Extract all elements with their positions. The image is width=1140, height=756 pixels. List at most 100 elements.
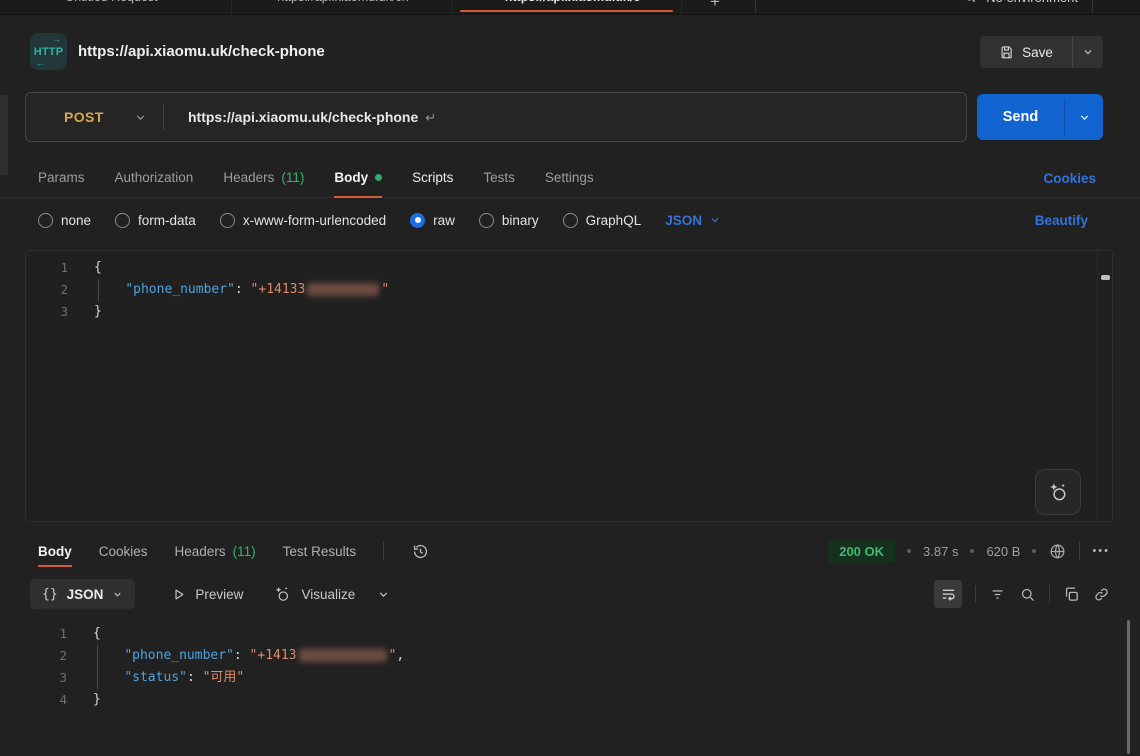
code-content: {: [67, 623, 101, 645]
code-line: 4}: [25, 689, 1115, 711]
code-content: }: [67, 689, 101, 711]
divider: [1092, 1, 1093, 13]
workspace-tab[interactable]: POSThttps://api.xiaomu.uk/c: [452, 0, 682, 14]
chevron-down-icon: [709, 214, 721, 226]
divider: [755, 1, 756, 13]
save-options-button[interactable]: [1073, 36, 1103, 68]
response-tab-cookies[interactable]: Cookies: [99, 532, 148, 570]
viewer-options-button[interactable]: [377, 588, 390, 601]
tab-body[interactable]: Body: [334, 158, 382, 197]
url-input[interactable]: https://api.xiaomu.uk/check-phone↵: [188, 109, 436, 126]
scrollbar-track[interactable]: [1097, 251, 1112, 521]
send-button[interactable]: Send: [977, 94, 1103, 140]
tab-label: Body: [38, 544, 72, 559]
body-mode-options: none form-data x-www-form-urlencoded raw bin…: [38, 202, 721, 238]
modified-dot-icon: [375, 174, 382, 181]
radio-icon: [479, 213, 494, 228]
url-value: https://api.xiaomu.uk/check-phone: [188, 109, 418, 125]
preview-button[interactable]: Preview: [171, 587, 243, 602]
copy-icon[interactable]: [1063, 586, 1080, 603]
network-info-icon[interactable]: [1048, 542, 1067, 561]
response-time[interactable]: 3.87 s: [923, 544, 958, 559]
code-token: "phone_number": [125, 282, 235, 297]
chevron-down-icon: [134, 111, 147, 124]
beautify-link[interactable]: Beautify: [1035, 202, 1088, 238]
response-format-dropdown[interactable]: {} JSON: [30, 579, 135, 609]
tab-scripts[interactable]: Scripts: [412, 158, 453, 197]
tab-title: https://api.xiaomu.uk/ch: [277, 0, 408, 4]
body-mode-binary[interactable]: binary: [479, 213, 539, 228]
body-mode-raw[interactable]: raw: [410, 213, 455, 228]
wrap-text-button[interactable]: [934, 580, 962, 608]
postbot-button[interactable]: [1035, 469, 1081, 515]
chevron-down-icon: [112, 589, 123, 600]
environment-selector[interactable]: No environment: [963, 0, 1078, 14]
new-tab-button[interactable]: +: [710, 0, 720, 12]
workspace-tab[interactable]: GETUntitled Request: [20, 0, 232, 14]
cookies-link[interactable]: Cookies: [1043, 158, 1096, 198]
response-tab-body[interactable]: Body: [38, 532, 72, 570]
arrow-left-icon: ←: [36, 59, 45, 68]
code-token: :: [234, 648, 250, 663]
code-token: {: [94, 260, 102, 275]
preview-label: Preview: [195, 587, 243, 602]
visualize-label: Visualize: [301, 587, 355, 602]
visualize-button[interactable]: Visualize: [273, 585, 355, 604]
save-button[interactable]: Save: [980, 36, 1103, 68]
language-dropdown[interactable]: JSON: [665, 213, 721, 228]
tab-params[interactable]: Params: [38, 158, 85, 197]
request-body-editor[interactable]: 1 {2 "phone_number": "+14133"3}: [25, 250, 1113, 522]
response-format-label: JSON: [67, 587, 104, 602]
radio-label: none: [61, 213, 91, 228]
tab-headers[interactable]: Headers(11): [223, 158, 304, 197]
response-size[interactable]: 620 B: [986, 544, 1020, 559]
response-tab-headers[interactable]: Headers(11): [175, 532, 256, 570]
tab-tests[interactable]: Tests: [483, 158, 515, 197]
workspace-tab[interactable]: GEThttps://api.xiaomu.uk/ch: [232, 0, 452, 14]
radio-icon: [115, 213, 130, 228]
tab-settings[interactable]: Settings: [545, 158, 594, 197]
history-icon[interactable]: [411, 542, 430, 561]
tab-authorization[interactable]: Authorization: [115, 158, 194, 197]
radio-label: binary: [502, 213, 539, 228]
tab-label: Cookies: [99, 544, 148, 559]
save-button-label: Save: [1022, 45, 1053, 60]
tab-label: Scripts: [412, 170, 453, 185]
send-options-button[interactable]: [1065, 94, 1103, 140]
more-options-icon[interactable]: •••: [1092, 545, 1110, 557]
status-badge[interactable]: 200 OK: [828, 540, 895, 563]
code-content: }: [68, 301, 102, 323]
radio-icon: [563, 213, 578, 228]
method-dropdown[interactable]: POST: [26, 109, 163, 125]
code-token: ,: [396, 648, 404, 663]
radio-icon: [38, 213, 53, 228]
wrap-text-icon: [940, 586, 957, 603]
response-code: 1{2 "phone_number": "+1413",3 "status": …: [25, 623, 1115, 711]
tab-method-label: GET: [34, 0, 57, 3]
radio-icon: [410, 213, 425, 228]
scrollbar-thumb[interactable]: [1127, 620, 1130, 754]
redacted-text: [299, 649, 387, 662]
response-tab-test-results[interactable]: Test Results: [283, 532, 357, 570]
body-mode-form-data[interactable]: form-data: [115, 213, 196, 228]
link-icon[interactable]: [1093, 586, 1110, 603]
code-line: 3}: [26, 301, 1112, 323]
response-body-viewer[interactable]: 1{2 "phone_number": "+1413",3 "status": …: [25, 618, 1115, 756]
code-token: "phone_number": [124, 648, 234, 663]
body-mode-x-www-form-urlencoded[interactable]: x-www-form-urlencoded: [220, 213, 386, 228]
tab-label: Params: [38, 170, 85, 185]
body-mode-none[interactable]: none: [38, 213, 91, 228]
code-content: "phone_number": "+14133": [68, 279, 389, 301]
workspace-tabs: GETUntitled RequestGEThttps://api.xiaomu…: [20, 0, 682, 14]
divider: [1049, 585, 1050, 603]
line-number: 1: [26, 257, 68, 279]
radio-icon: [220, 213, 235, 228]
code-line: 1{: [25, 623, 1115, 645]
magic-sparkle-icon: [1047, 481, 1069, 503]
filter-icon[interactable]: [989, 586, 1006, 603]
scrollbar-thumb[interactable]: [1101, 275, 1110, 280]
body-mode-graphql[interactable]: GraphQL: [563, 213, 642, 228]
dot-separator: [1032, 549, 1036, 553]
line-number: 2: [26, 279, 68, 301]
search-icon[interactable]: [1019, 586, 1036, 603]
